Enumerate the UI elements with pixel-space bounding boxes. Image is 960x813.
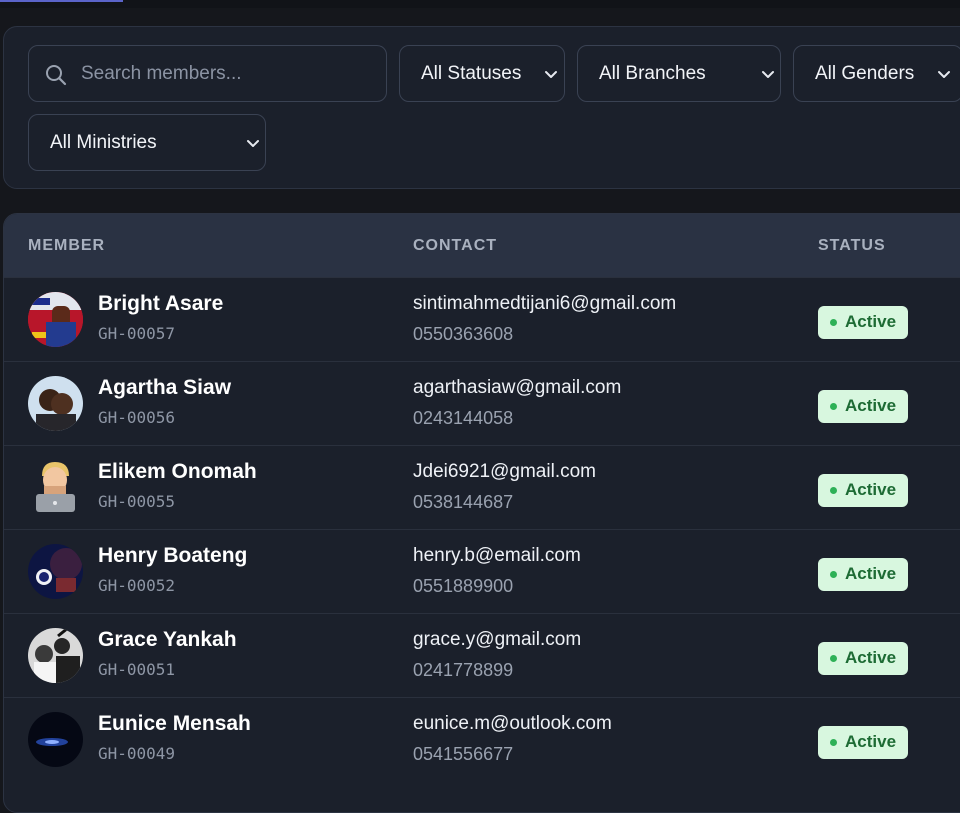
status-dot-icon bbox=[830, 403, 837, 410]
status-badge-label: Active bbox=[845, 648, 897, 667]
avatar bbox=[28, 376, 83, 431]
table-row[interactable]: Grace Yankah GH-00051 grace.y@gmail.com … bbox=[4, 613, 960, 697]
gender-filter-value: All Genders bbox=[815, 63, 915, 84]
ministry-filter-value: All Ministries bbox=[50, 132, 157, 153]
status-badge: Active bbox=[818, 726, 908, 759]
member-name[interactable]: Eunice Mensah bbox=[98, 712, 251, 736]
column-header-contact[interactable]: CONTACT bbox=[413, 237, 497, 255]
column-header-status[interactable]: STATUS bbox=[818, 237, 886, 255]
status-badge-label: Active bbox=[845, 564, 897, 583]
avatar-image bbox=[28, 376, 83, 431]
member-phone: 0550363608 bbox=[413, 324, 514, 344]
status-dot-icon bbox=[830, 571, 837, 578]
status-filter-select[interactable]: All Statuses bbox=[399, 45, 565, 102]
status-badge: Active bbox=[818, 474, 908, 507]
branch-filter-value: All Branches bbox=[599, 63, 706, 84]
member-email[interactable]: eunice.m@outlook.com bbox=[413, 713, 612, 735]
search-icon bbox=[46, 65, 67, 86]
top-strip bbox=[0, 0, 960, 8]
member-id: GH-00055 bbox=[98, 492, 176, 511]
member-email[interactable]: Jdei6921@gmail.com bbox=[413, 461, 596, 483]
member-phone: 0551889900 bbox=[413, 576, 514, 596]
member-id: GH-00051 bbox=[98, 660, 176, 679]
table-row[interactable]: Elikem Onomah GH-00055 Jdei6921@gmail.co… bbox=[4, 445, 960, 529]
member-phone: 0538144687 bbox=[413, 492, 514, 512]
avatar-image bbox=[28, 712, 83, 767]
member-id: GH-00057 bbox=[98, 324, 176, 343]
chevron-down-icon bbox=[938, 71, 950, 78]
chevron-down-icon bbox=[545, 71, 557, 78]
avatar bbox=[28, 544, 83, 599]
table-row[interactable]: Eunice Mensah GH-00049 eunice.m@outlook.… bbox=[4, 697, 960, 781]
branch-filter-select[interactable]: All Branches bbox=[577, 45, 781, 102]
table-header: MEMBER CONTACT STATUS bbox=[4, 214, 960, 277]
member-phone: 0541556677 bbox=[413, 744, 514, 764]
status-filter-value: All Statuses bbox=[421, 63, 522, 84]
member-email[interactable]: grace.y@gmail.com bbox=[413, 629, 581, 651]
status-badge-label: Active bbox=[845, 396, 897, 415]
status-badge: Active bbox=[818, 390, 908, 423]
active-tab-indicator bbox=[0, 0, 123, 2]
member-email[interactable]: sintimahmedtijani6@gmail.com bbox=[413, 293, 676, 315]
avatar-image bbox=[28, 628, 83, 683]
member-name[interactable]: Grace Yankah bbox=[98, 628, 237, 652]
chevron-down-icon bbox=[762, 71, 774, 78]
status-badge-label: Active bbox=[845, 312, 897, 331]
member-phone: 0241778899 bbox=[413, 660, 514, 680]
member-name[interactable]: Bright Asare bbox=[98, 292, 223, 316]
member-email[interactable]: henry.b@email.com bbox=[413, 545, 581, 567]
members-table: MEMBER CONTACT STATUS Bright Asare GH-00… bbox=[3, 213, 960, 813]
avatar bbox=[28, 628, 83, 683]
member-phone: 0243144058 bbox=[413, 408, 514, 428]
status-badge-label: Active bbox=[845, 732, 897, 751]
avatar-image bbox=[28, 544, 83, 599]
member-name[interactable]: Henry Boateng bbox=[98, 544, 247, 568]
status-dot-icon bbox=[830, 655, 837, 662]
member-id: GH-00052 bbox=[98, 576, 176, 595]
member-name[interactable]: Agartha Siaw bbox=[98, 376, 231, 400]
table-row[interactable]: Agartha Siaw GH-00056 agarthasiaw@gmail.… bbox=[4, 361, 960, 445]
member-id: GH-00056 bbox=[98, 408, 176, 427]
status-dot-icon bbox=[830, 739, 837, 746]
chevron-down-icon bbox=[247, 140, 259, 147]
gender-filter-select[interactable]: All Genders bbox=[793, 45, 960, 102]
avatar-image bbox=[28, 292, 83, 347]
status-dot-icon bbox=[830, 487, 837, 494]
column-header-member[interactable]: MEMBER bbox=[28, 237, 105, 255]
search-input[interactable] bbox=[81, 46, 376, 101]
member-id: GH-00049 bbox=[98, 744, 176, 763]
status-badge: Active bbox=[818, 306, 908, 339]
table-row[interactable]: Henry Boateng GH-00052 henry.b@email.com… bbox=[4, 529, 960, 613]
status-badge: Active bbox=[818, 642, 908, 675]
ministry-filter-select[interactable]: All Ministries bbox=[28, 114, 266, 171]
status-dot-icon bbox=[830, 319, 837, 326]
table-row[interactable]: Bright Asare GH-00057 sintimahmedtijani6… bbox=[4, 277, 960, 361]
avatar bbox=[28, 712, 83, 767]
avatar bbox=[28, 292, 83, 347]
member-name[interactable]: Elikem Onomah bbox=[98, 460, 257, 484]
search-box[interactable] bbox=[28, 45, 387, 102]
avatar-image bbox=[28, 460, 83, 515]
status-badge: Active bbox=[818, 558, 908, 591]
avatar bbox=[28, 460, 83, 515]
status-badge-label: Active bbox=[845, 480, 897, 499]
member-email[interactable]: agarthasiaw@gmail.com bbox=[413, 377, 621, 399]
